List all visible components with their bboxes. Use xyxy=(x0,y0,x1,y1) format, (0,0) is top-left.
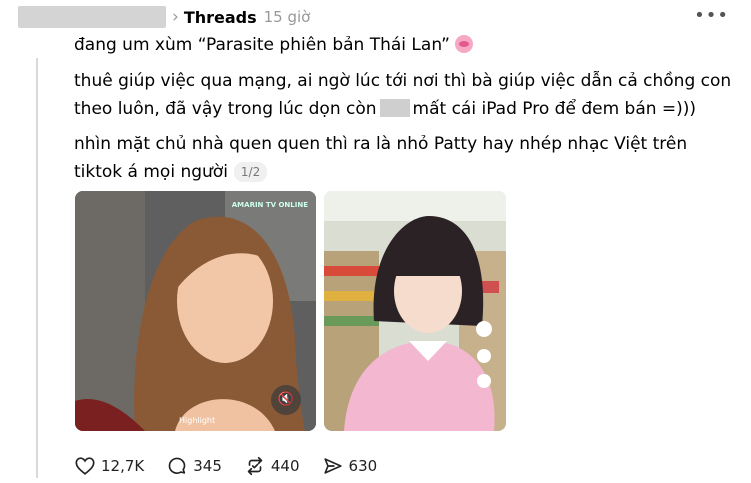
comment-button[interactable]: 345 xyxy=(166,455,222,477)
heart-icon xyxy=(75,457,95,475)
watermark: AMARIN TV ONLINE xyxy=(231,201,308,209)
media-image-2[interactable] xyxy=(324,191,506,431)
community-link[interactable]: Threads xyxy=(184,8,257,27)
comment-icon xyxy=(168,457,186,474)
comments-count: 345 xyxy=(193,457,222,475)
shares-count: 630 xyxy=(348,457,378,475)
reposts-count: 440 xyxy=(270,457,300,475)
media-pager: 1/2 xyxy=(233,162,268,182)
post-text-3: nhìn mặt chủ nhà quen quen thì ra là nhỏ… xyxy=(74,134,688,182)
post-text-line-1: đang um xùm “Parasite phiên bản Thái Lan… xyxy=(74,31,473,59)
repost-button[interactable]: 440 xyxy=(244,455,300,477)
share-button[interactable]: 630 xyxy=(322,455,378,477)
mute-icon[interactable]: 🔇 xyxy=(271,385,301,415)
redacted-username[interactable] xyxy=(18,6,166,28)
highlight-label: Highlight xyxy=(179,416,216,425)
post-text-paragraph-2: thuê giúp việc qua mạng, ai ngờ lúc tới … xyxy=(74,67,734,123)
pig-emoji-icon xyxy=(454,35,473,53)
chevron-right-icon: › xyxy=(172,6,179,27)
redacted-word xyxy=(379,99,410,117)
post-text-2b: mất cái iPad Pro để đem bán =))) xyxy=(412,99,697,119)
post-text-1: đang um xùm “Parasite phiên bản Thái Lan… xyxy=(74,35,450,55)
post-header: › Threads 15 giờ xyxy=(18,4,738,30)
like-button[interactable]: 12,7K xyxy=(74,455,144,477)
post-actions: 12,7K 345 440 630 xyxy=(74,455,399,477)
more-options-icon[interactable]: ••• xyxy=(694,5,729,26)
thread-line xyxy=(36,58,38,478)
woman-photo-2 xyxy=(324,191,506,431)
likes-count: 12,7K xyxy=(101,457,145,475)
send-icon xyxy=(323,458,342,474)
post-time: 15 giờ xyxy=(263,8,311,26)
threads-post: › Threads 15 giờ ••• đang um xùm “Parasi… xyxy=(0,0,751,483)
repost-icon xyxy=(247,456,263,476)
media-image-1[interactable]: AMARIN TV ONLINE Highlight 🔇 xyxy=(75,191,316,431)
post-text-paragraph-3: nhìn mặt chủ nhà quen quen thì ra là nhỏ… xyxy=(74,130,734,186)
